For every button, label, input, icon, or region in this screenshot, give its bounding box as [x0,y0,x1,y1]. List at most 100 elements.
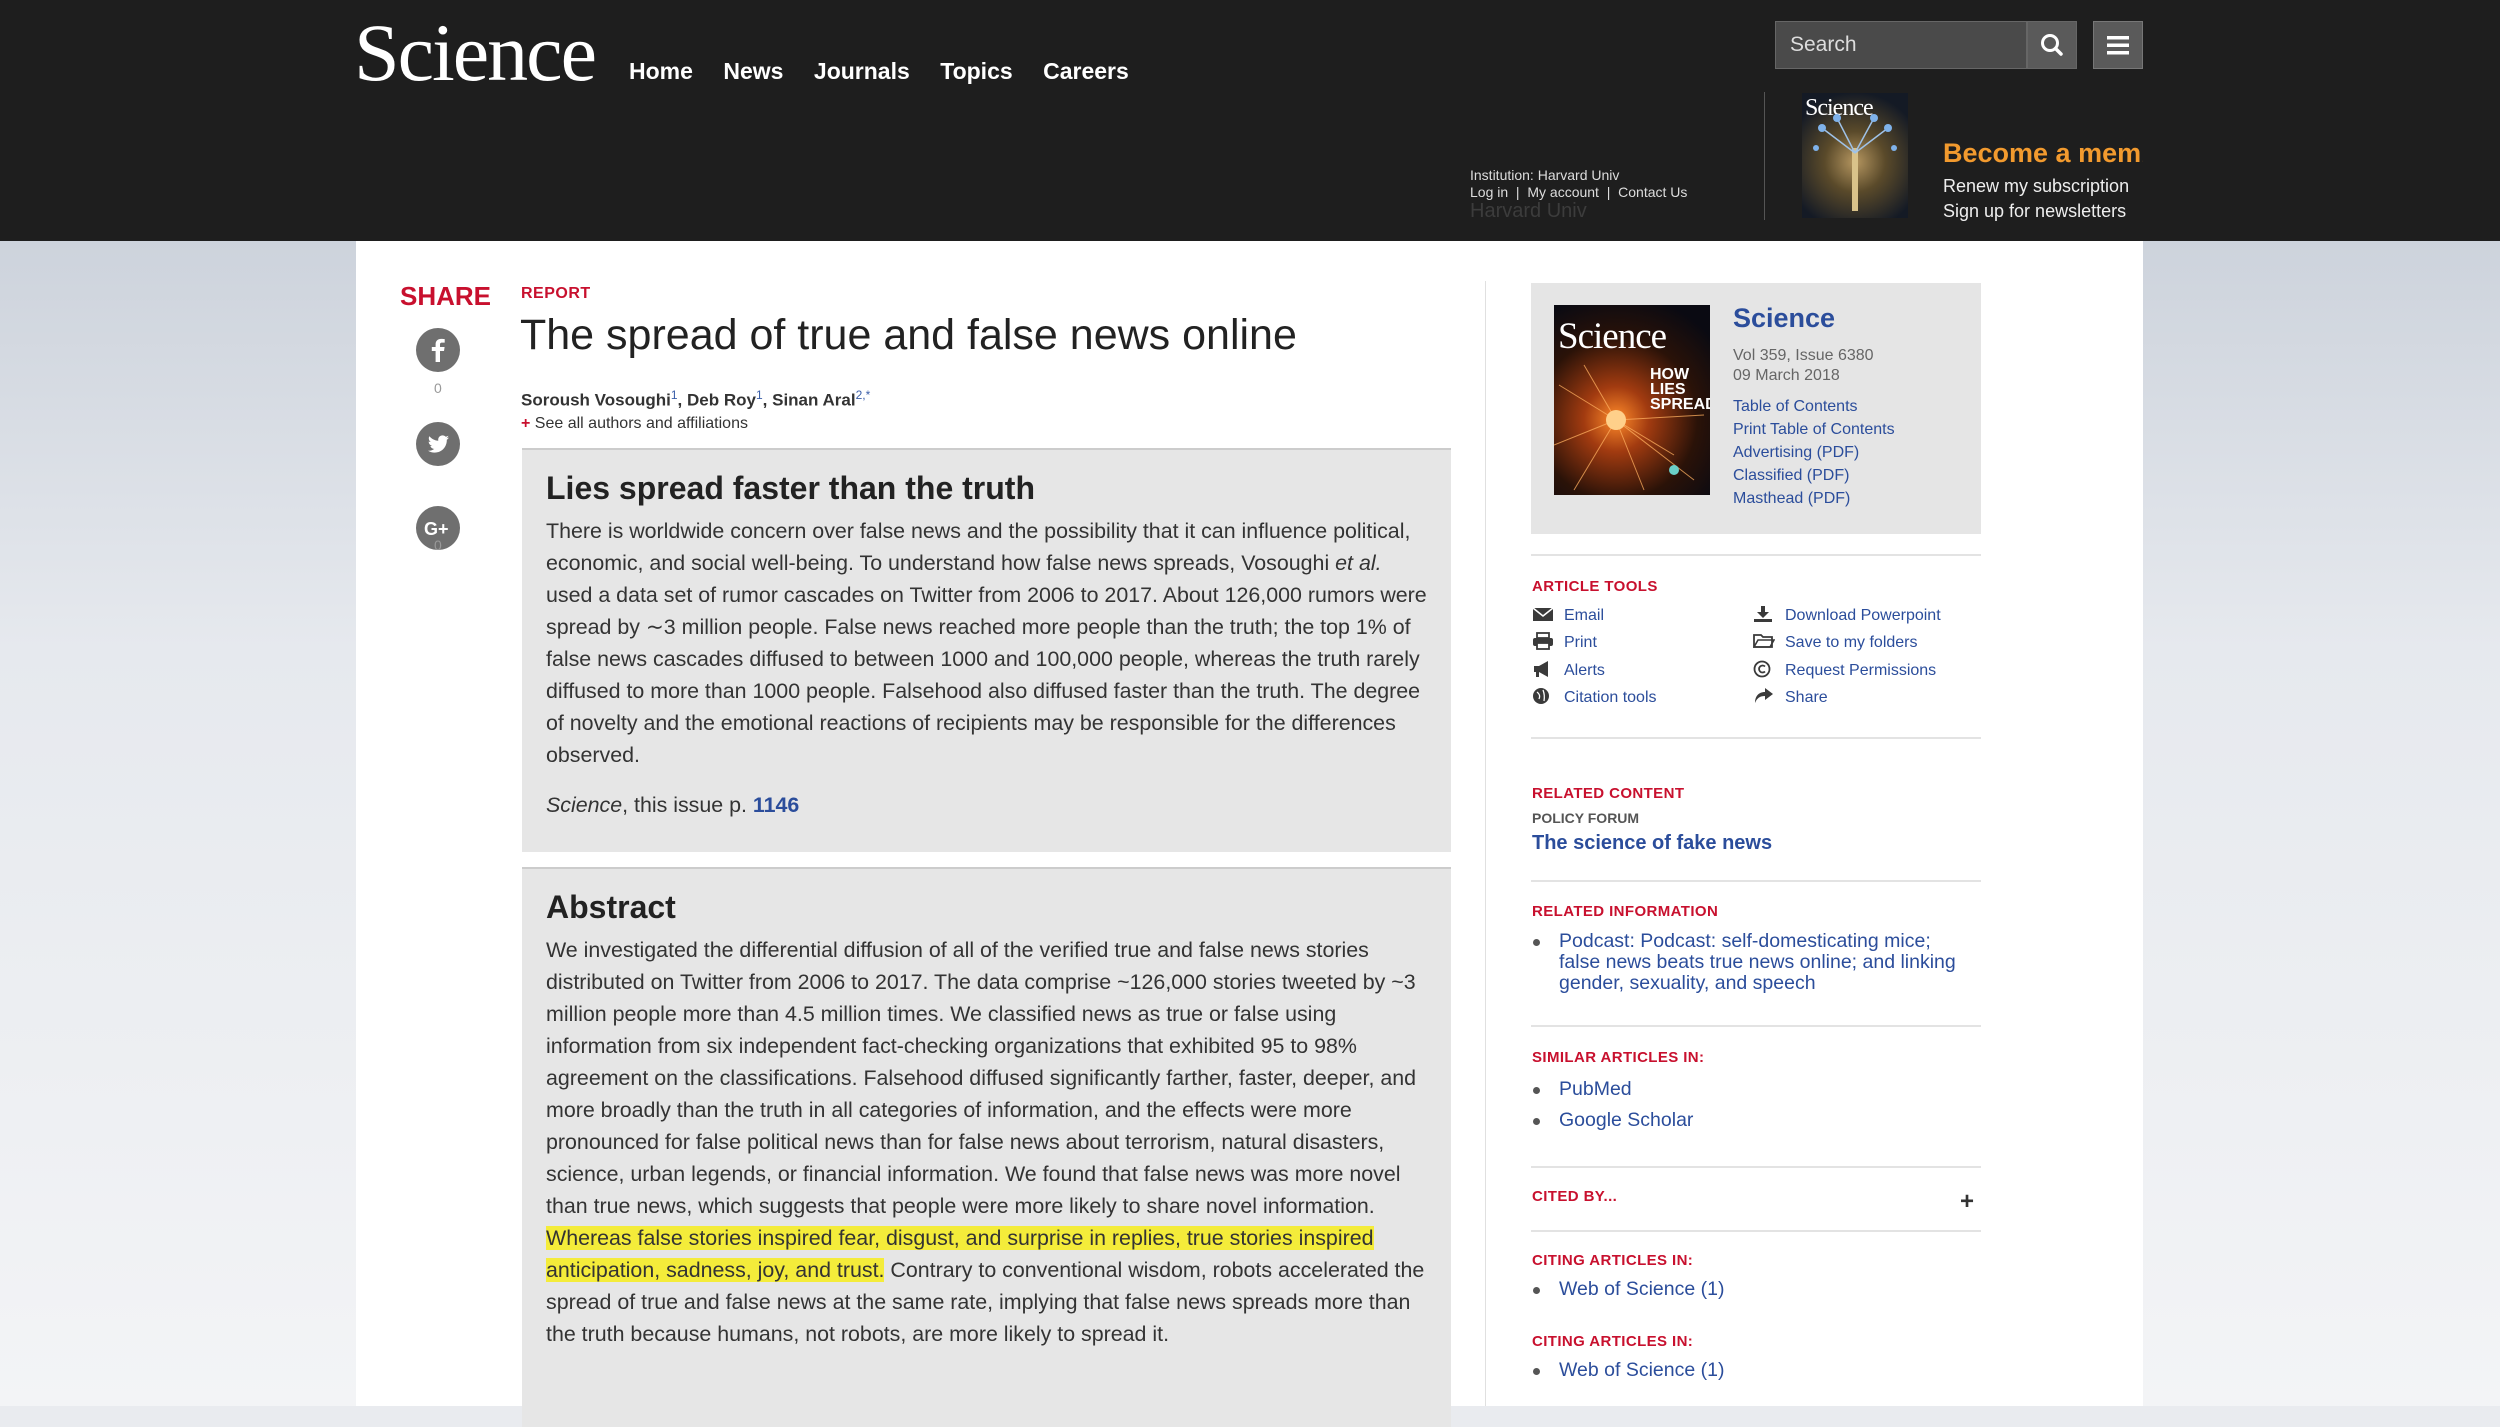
web-of-science-link[interactable]: Web of Science (1) [1532,1360,1724,1381]
sidebar-divider [1531,1230,1981,1232]
hamburger-icon [2107,36,2129,55]
column-divider [1485,281,1486,1406]
pubmed-link[interactable]: PubMed [1532,1079,1693,1100]
cover-burst-icon [1554,364,1705,491]
site-header: Science Home News Journals Topics Career… [0,0,2500,241]
nav-journals[interactable]: Journals [814,58,910,85]
cover-art-icon [1813,114,1897,211]
google-scholar-link[interactable]: Google Scholar [1532,1110,1693,1131]
citing-articles-list: Web of Science (1) [1532,1360,1724,1381]
article-type-label: REPORT [521,285,591,302]
citing-articles-heading: CITING ARTICLES IN: [1532,1252,1694,1269]
abstract-heading: Abstract [546,889,676,925]
printer-icon [1533,632,1553,650]
article-title: The spread of true and false news online [520,311,1297,359]
nav-home[interactable]: Home [629,58,693,85]
article-tools-heading: ARTICLE TOOLS [1532,578,1658,595]
nav-news[interactable]: News [723,58,783,85]
issue-volume: Vol 359, Issue 6380 [1733,347,1874,364]
see-all-authors-link[interactable]: + See all authors and affiliations [521,415,748,433]
issue-journal-title[interactable]: Science [1733,303,1835,334]
search-icon [2041,34,2063,56]
author-name[interactable]: Soroush Vosoughi [521,391,671,410]
web-of-science-link[interactable]: Web of Science (1) [1532,1279,1724,1300]
science-logo[interactable]: Science [354,6,597,100]
sidebar-divider [1531,880,1981,882]
header-divider [1764,92,1765,220]
share-tool[interactable]: Share [1753,687,1828,707]
request-permissions-tool[interactable]: Request Permissions [1753,660,1936,680]
sidebar-divider [1531,1166,1981,1168]
megaphone-icon [1534,661,1548,677]
sidebar-divider [1531,554,1981,556]
renew-subscription-link[interactable]: Renew my subscription [1943,176,2129,197]
download-powerpoint-tool[interactable]: Download Powerpoint [1753,605,1941,625]
author-list: Soroush Vosoughi1, Deb Roy1, Sinan Aral2… [521,388,871,410]
expand-cited-by-button[interactable]: + [1960,1188,1974,1216]
nav-careers[interactable]: Careers [1043,58,1129,85]
email-tool[interactable]: Email [1532,605,1604,625]
share-label: SHARE [400,281,492,311]
download-icon [1754,606,1772,622]
search-input[interactable] [1776,22,2026,68]
related-information-heading: RELATED INFORMATION [1532,903,1719,920]
magazine-cover-thumbnail[interactable]: Science [1802,93,1908,218]
search-button[interactable] [2027,21,2077,69]
globe-icon [1533,688,1549,704]
editor-summary-text: There is worldwide concern over false ne… [546,519,1427,767]
editor-summary-box: Lies spread faster than the truth There … [522,448,1451,852]
similar-articles-list: PubMed Google Scholar [1532,1079,1693,1131]
related-information-list: Podcast: Podcast: self-domesticating mic… [1532,931,1972,994]
similar-articles-heading: SIMILAR ARTICLES IN: [1532,1049,1705,1066]
institution-ghost-text: Harvard Univ [1470,200,1587,222]
citation-tools[interactable]: Citation tools [1532,687,1657,707]
login-link[interactable]: Log in [1470,184,1508,200]
save-to-folders-tool[interactable]: Save to my folders [1753,632,1918,652]
alerts-tool[interactable]: Alerts [1532,660,1605,680]
author-name[interactable]: Deb Roy [687,391,756,410]
editor-summary-heading: Lies spread faster than the truth [546,470,1035,506]
issue-date: 09 March 2018 [1733,367,1840,384]
main-nav: Home News Journals Topics Careers [629,58,1155,85]
author-affiliation: 2,* [855,388,871,402]
nav-topics[interactable]: Topics [940,58,1012,85]
contact-us-link[interactable]: Contact Us [1618,184,1687,200]
institution-name: Institution: Harvard Univ [1470,167,1620,183]
menu-button[interactable] [2093,21,2143,69]
issue-page-link[interactable]: 1146 [753,793,799,817]
advertising-pdf-link[interactable]: Advertising (PDF) [1733,444,1859,462]
envelope-icon [1532,607,1554,621]
google-plus-share-count: 0 [434,537,442,553]
related-content-heading: RELATED CONTENT [1532,785,1685,802]
related-article-link[interactable]: The science of fake news [1532,832,1772,855]
cited-by-heading[interactable]: CITED BY... [1532,1188,1617,1205]
folder-icon [1753,634,1775,648]
author-name[interactable]: Sinan Aral [772,391,855,410]
svg-text:G+: G+ [424,519,449,539]
share-arrow-icon [1755,688,1773,703]
twitter-share-button[interactable] [416,422,460,466]
abstract-text: We investigated the differential diffusi… [546,938,1425,1346]
masthead-pdf-link[interactable]: Masthead (PDF) [1733,490,1850,508]
newsletter-signup-link[interactable]: Sign up for newsletters [1943,201,2126,222]
print-tool[interactable]: Print [1532,632,1597,652]
see-all-authors-label: See all authors and affiliations [534,415,748,432]
facebook-icon [431,338,445,362]
print-toc-link[interactable]: Print Table of Contents [1733,421,1895,439]
author-affiliation: 1 [755,388,763,402]
sidebar-divider [1531,1025,1981,1027]
institution-info: Institution: Harvard Univ Log in | My ac… [1470,167,1688,222]
abstract-box: Abstract We investigated the differentia… [522,867,1451,1427]
facebook-share-button[interactable] [416,328,460,372]
my-account-link[interactable]: My account [1527,184,1599,200]
become-member-link[interactable]: Become a member [1943,138,2143,169]
issue-cover-image[interactable]: Science HOW LIES SPREAD [1554,305,1710,495]
citing-articles-list: Web of Science (1) [1532,1279,1724,1300]
podcast-link[interactable]: Podcast: Podcast: self-domesticating mic… [1532,931,1972,994]
plus-icon: + [521,415,531,432]
table-of-contents-link[interactable]: Table of Contents [1733,398,1858,416]
issue-reference: Science, this issue p. 1146 [546,793,800,817]
classified-pdf-link[interactable]: Classified (PDF) [1733,467,1849,485]
search-box [1775,21,2027,69]
sidebar-divider [1531,737,1981,739]
